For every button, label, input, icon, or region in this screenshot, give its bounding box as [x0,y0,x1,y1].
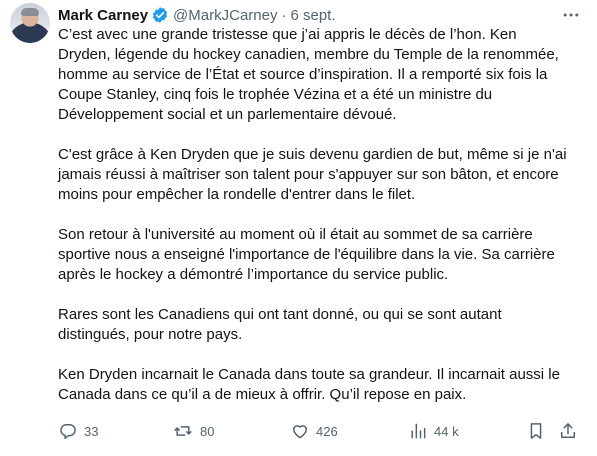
retweet-icon [174,426,192,436]
views-count: 44 k [434,423,459,439]
tweet-paragraph: C’est avec une grande tristesse que j’ai… [58,26,559,123]
like-icon [293,425,307,439]
avatar[interactable] [10,3,50,43]
tweet-date[interactable]: 6 sept. [290,7,335,24]
like-count: 426 [316,423,338,439]
tweet-paragraph: Rares sont les Canadiens qui ont tant do… [58,306,502,343]
views-icon [411,423,426,439]
reply-count: 33 [84,423,99,439]
tweet: Mark Carney @MarkJCarney · 6 sept. C’est… [0,0,597,456]
more-icon[interactable] [559,4,583,26]
tweet-paragraph: Ken Dryden incarnait le Canada dans tout… [58,366,560,403]
retweet-count: 80 [200,423,215,439]
retweet-button[interactable]: 80 [172,420,214,442]
reply-icon [60,424,76,439]
tweet-text: C’est avec une grande tristesse que j’ai… [58,25,588,425]
bookmark-icon [530,423,542,439]
tweet-paragraph: Son retour à l'université au moment où i… [58,226,555,283]
views-button[interactable]: 44 k [408,420,459,442]
share-button[interactable] [558,420,578,442]
author-name[interactable]: Mark Carney [58,7,148,24]
reply-button[interactable]: 33 [58,420,98,442]
action-bar: 33 80 426 44 k [58,420,578,442]
header-separator: · [281,6,287,24]
share-icon [561,423,575,438]
tweet-header: Mark Carney @MarkJCarney · 6 sept. [58,4,336,26]
tweet-paragraph: C'est grâce à Ken Dryden que je suis dev… [58,146,567,203]
author-handle[interactable]: @MarkJCarney [173,7,277,24]
bookmark-button[interactable] [526,420,546,442]
like-button[interactable]: 426 [290,420,338,442]
verified-badge-icon [151,6,169,24]
